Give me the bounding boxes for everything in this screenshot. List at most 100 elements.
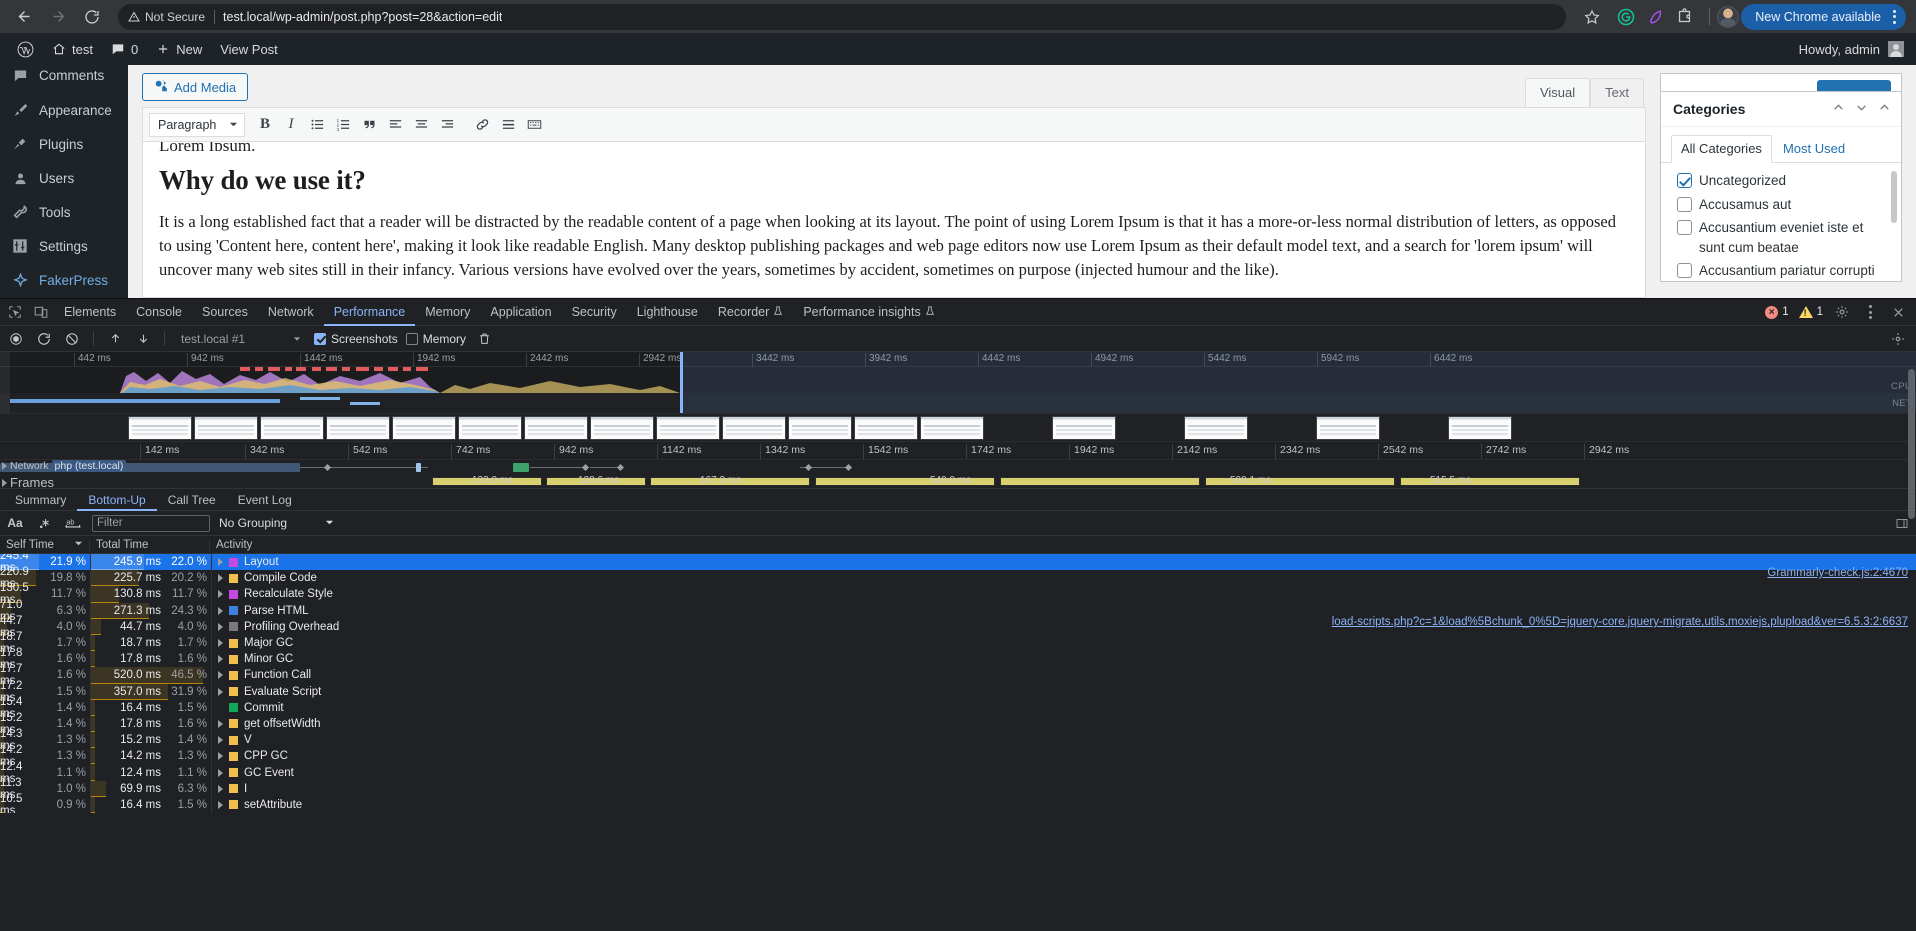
close-icon[interactable] — [1889, 303, 1907, 321]
screenshot-thumb[interactable] — [524, 416, 588, 440]
expand-triangle-icon[interactable] — [218, 622, 223, 631]
table-scrollbar[interactable] — [1908, 369, 1915, 519]
table-row[interactable]: 17.8 ms 1.6 % 17.8 ms 1.6 % Minor GC — [0, 647, 1916, 671]
table-row[interactable]: 10.5 ms 0.9 % 16.4 ms 1.5 % setAttribute — [0, 793, 1916, 813]
security-indicator[interactable]: Not Secure — [128, 9, 216, 24]
tab-memory[interactable]: Memory — [415, 299, 480, 326]
memory-checkbox[interactable]: Memory — [405, 332, 466, 346]
toolbar-toggle-icon[interactable] — [522, 113, 546, 137]
sidebar-item-fakerpress[interactable]: FakerPress — [0, 263, 128, 297]
address-bar[interactable]: Not Secure test.local/wp-admin/post.php?… — [118, 3, 1567, 30]
screenshot-thumb[interactable] — [128, 416, 192, 440]
table-row[interactable]: 14.2 ms 1.3 % 14.2 ms 1.3 % CPP GC — [0, 744, 1916, 768]
screenshots-checkbox[interactable]: Screenshots — [314, 332, 398, 346]
overview-range-handle[interactable] — [680, 352, 683, 413]
screenshot-thumb[interactable] — [260, 416, 324, 440]
column-activity[interactable]: Activity — [210, 539, 1916, 551]
comments-menu[interactable]: 0 — [102, 33, 147, 65]
sidebar-item-tools[interactable]: Tools — [0, 195, 128, 229]
screenshot-thumb[interactable] — [788, 416, 852, 440]
kebab-menu-icon[interactable] — [1889, 9, 1900, 24]
gear-icon[interactable] — [1833, 303, 1851, 321]
expand-triangle-icon[interactable] — [218, 655, 223, 664]
screenshot-thumb[interactable] — [458, 416, 522, 440]
tab-network[interactable]: Network — [258, 299, 324, 326]
expand-triangle-icon[interactable] — [218, 752, 223, 761]
expand-triangle-icon[interactable] — [218, 574, 223, 583]
table-row[interactable]: 14.3 ms 1.3 % 15.2 ms 1.4 % V — [0, 728, 1916, 752]
match-case-icon[interactable]: Aa — [5, 513, 25, 533]
capture-settings-icon[interactable] — [1888, 329, 1908, 349]
screenshot-filmstrip[interactable] — [0, 414, 1916, 442]
editor-content-area[interactable]: Lorem Ipsum. Why do we use it? It is a l… — [143, 142, 1645, 297]
table-row[interactable]: 17.2 ms 1.5 % 357.0 ms 31.9 % Evaluate Scrip… — [0, 680, 1916, 704]
screenshot-thumb[interactable] — [1052, 416, 1116, 440]
wordpress-logo[interactable] — [8, 33, 43, 65]
align-right-icon[interactable] — [435, 113, 459, 137]
column-total-time[interactable]: Total Time — [90, 538, 210, 551]
grammarly-icon[interactable] — [1616, 7, 1636, 27]
screenshot-thumb[interactable] — [194, 416, 258, 440]
profile-selector[interactable]: test.local #1 — [176, 332, 306, 346]
category-item[interactable]: Accusantium eveniet iste et sunt cum bea… — [1677, 218, 1891, 257]
screenshot-thumb[interactable] — [722, 416, 786, 440]
table-row[interactable]: 220.9 ms 19.8 % 225.7 ms 20.2 % Compile Code — [0, 566, 1916, 590]
read-more-icon[interactable] — [496, 113, 520, 137]
checkbox[interactable] — [1677, 263, 1692, 279]
record-icon[interactable] — [6, 329, 26, 349]
category-item[interactable]: Accusantium pariatur corrupti error aut … — [1677, 261, 1891, 281]
tab-most-used[interactable]: Most Used — [1774, 136, 1854, 162]
tab-call-tree[interactable]: Call Tree — [157, 488, 227, 511]
italic-icon[interactable]: I — [279, 113, 303, 137]
network-track-label[interactable]: Network php (test.local) — [2, 460, 127, 472]
bold-icon[interactable]: B — [253, 113, 277, 137]
upload-profile-icon[interactable] — [105, 329, 125, 349]
screenshot-thumb[interactable] — [326, 416, 390, 440]
screenshot-thumb[interactable] — [920, 416, 984, 440]
collect-garbage-icon[interactable] — [474, 329, 494, 349]
source-link[interactable]: Grammarly-check.js:2:4670 — [1767, 567, 1908, 579]
back-arrow-icon[interactable] — [10, 3, 38, 31]
device-toolbar-icon[interactable] — [28, 299, 54, 325]
filter-input[interactable]: Filter — [92, 514, 210, 532]
whole-word-icon[interactable]: ab — [63, 513, 83, 533]
expand-triangle-icon[interactable] — [218, 784, 223, 793]
table-row[interactable]: 245.4 ms 21.9 % 245.9 ms 22.0 % Layout — [0, 554, 1916, 574]
align-center-icon[interactable] — [409, 113, 433, 137]
checkbox[interactable] — [1677, 220, 1692, 236]
site-name-menu[interactable]: test — [43, 33, 102, 65]
tab-elements[interactable]: Elements — [54, 299, 126, 326]
star-icon[interactable] — [1578, 3, 1606, 31]
table-row[interactable]: 130.5 ms 11.7 % 130.8 ms 11.7 % Recalculate … — [0, 582, 1916, 606]
expand-triangle-icon[interactable] — [218, 606, 223, 615]
table-row[interactable]: 11.3 ms 1.0 % 69.9 ms 6.3 % I — [0, 777, 1916, 801]
tab-event-log[interactable]: Event Log — [227, 488, 303, 511]
tab-recorder[interactable]: Recorder — [708, 299, 793, 326]
table-row[interactable]: 18.7 ms 1.7 % 18.7 ms 1.7 % Major GC — [0, 631, 1916, 655]
warning-badge[interactable]: ! 1 — [1798, 306, 1823, 318]
grouping-select[interactable]: No Grouping — [219, 516, 334, 530]
table-row[interactable]: 15.4 ms 1.4 % 16.4 ms 1.5 % Commit — [0, 696, 1916, 720]
tab-text[interactable]: Text — [1590, 78, 1644, 107]
sidebar-item-collapse-menu[interactable]: Collapse menu — [0, 297, 128, 298]
align-left-icon[interactable] — [383, 113, 407, 137]
screenshot-thumb[interactable] — [1316, 416, 1380, 440]
tab-lighthouse[interactable]: Lighthouse — [627, 299, 708, 326]
sidebar-item-plugins[interactable]: Plugins — [0, 127, 128, 161]
blockquote-icon[interactable] — [357, 113, 381, 137]
expand-triangle-icon[interactable] — [218, 768, 223, 777]
screenshot-thumb[interactable] — [392, 416, 456, 440]
tab-summary[interactable]: Summary — [4, 488, 77, 511]
tab-bottom-up[interactable]: Bottom-Up — [77, 488, 156, 511]
table-row[interactable]: 17.7 ms 1.6 % 520.0 ms 46.5 % Function Call — [0, 663, 1916, 687]
publish-button[interactable] — [1817, 80, 1891, 91]
checkbox[interactable] — [1677, 173, 1692, 188]
tab-sources[interactable]: Sources — [192, 299, 258, 326]
howdy-menu[interactable]: Howdy, admin — [1799, 41, 1904, 57]
category-item[interactable]: Accusamus aut — [1677, 195, 1891, 215]
format-select[interactable]: Paragraph — [149, 112, 245, 137]
sidebar-item-comments[interactable]: Comments — [0, 65, 128, 83]
categories-scrollbar[interactable] — [1891, 171, 1897, 223]
reload-record-icon[interactable] — [34, 329, 54, 349]
sidebar-item-appearance[interactable]: Appearance — [0, 93, 128, 127]
